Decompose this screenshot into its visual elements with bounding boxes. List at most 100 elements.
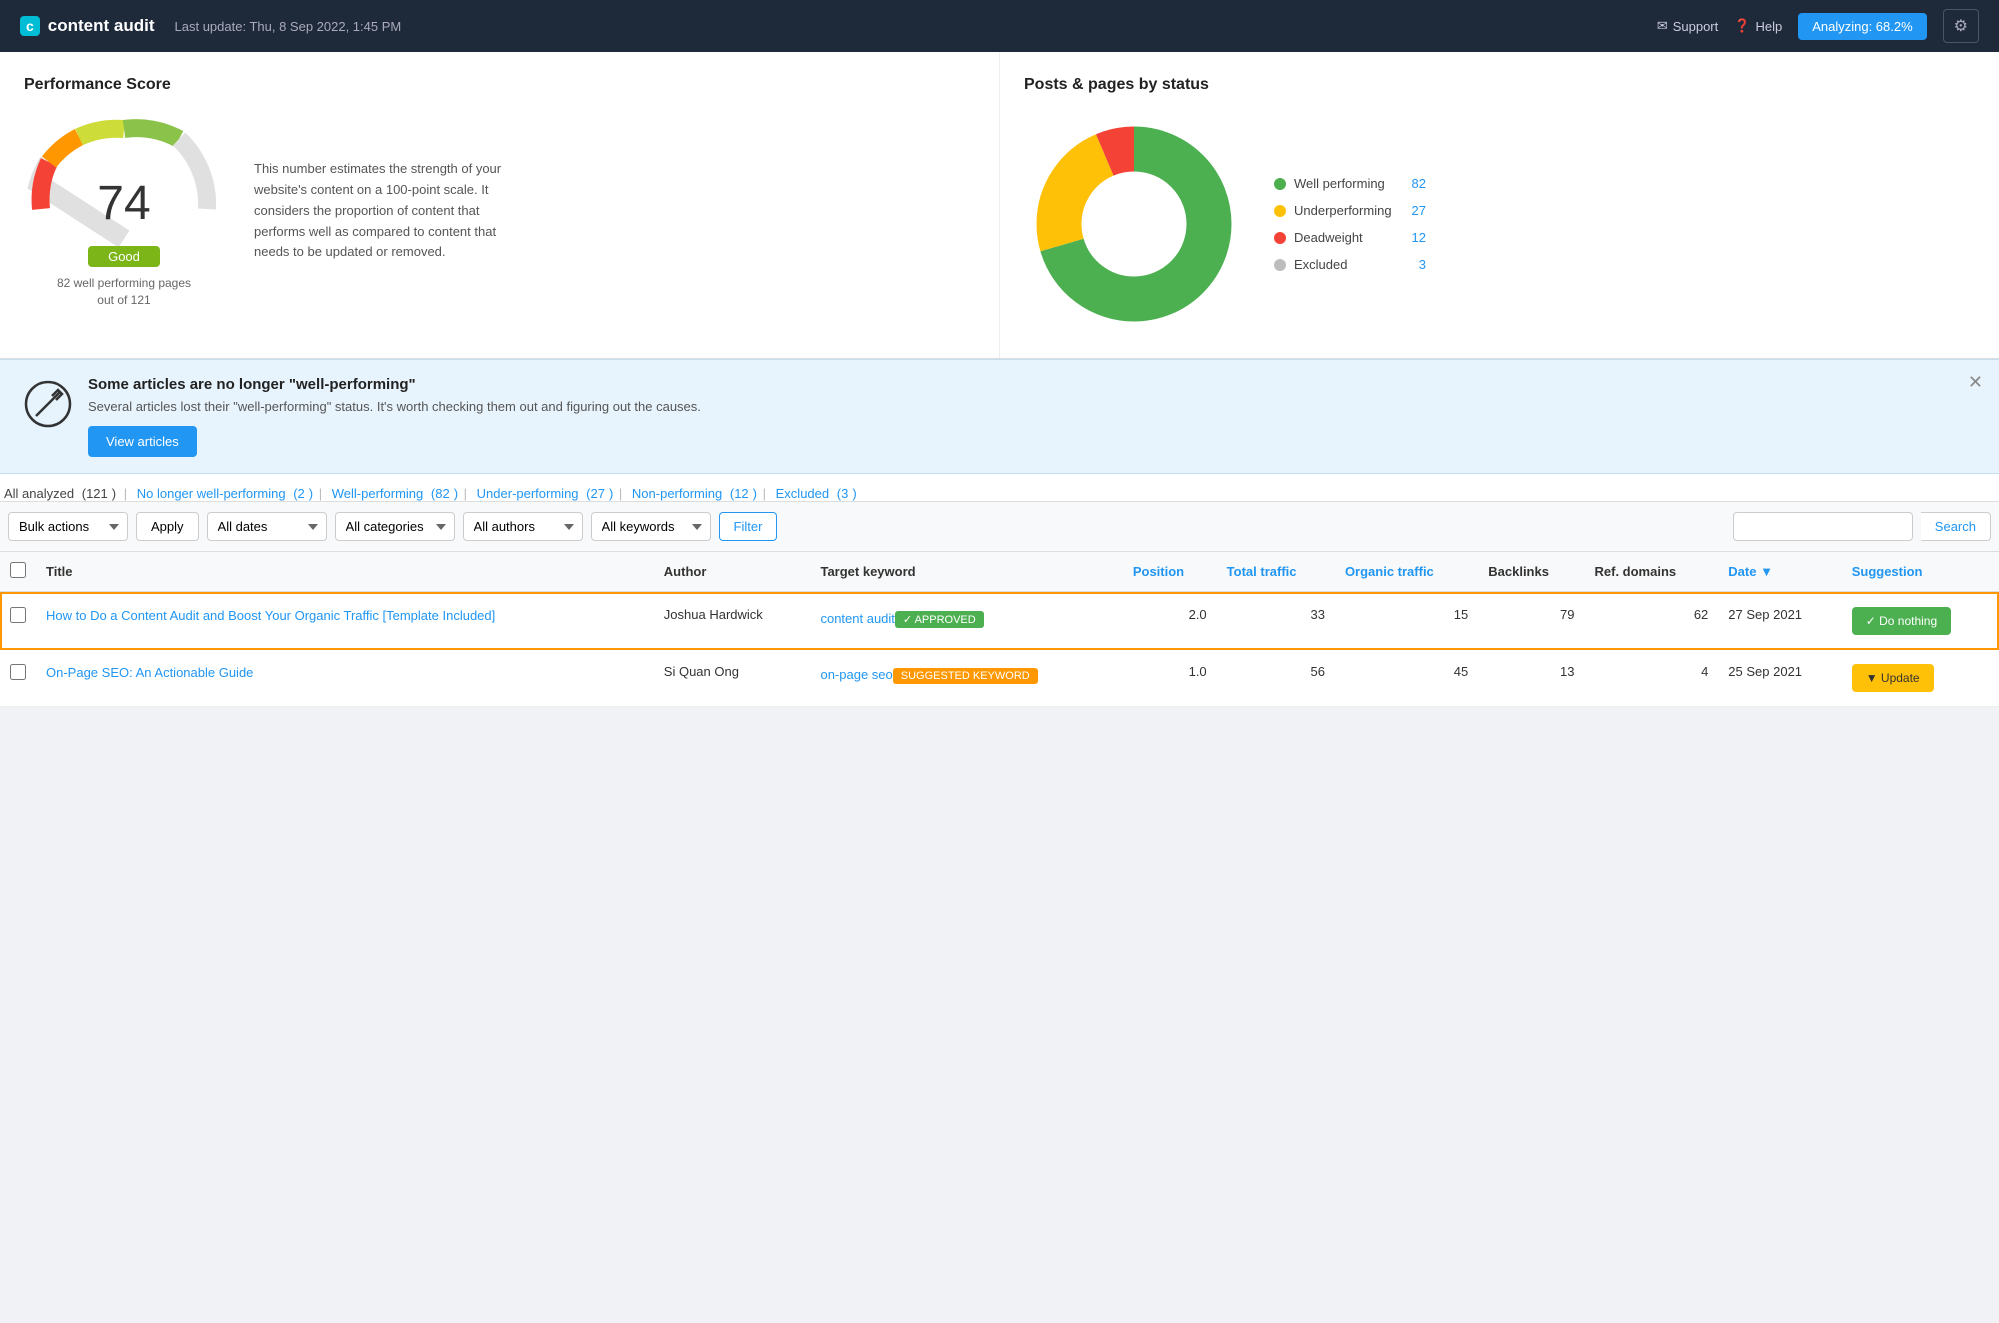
row-checkbox-cell <box>0 592 36 650</box>
author-cell: Si Quan Ong <box>654 650 811 707</box>
keyword-link[interactable]: content audit <box>820 611 894 626</box>
keyword-link[interactable]: on-page seo <box>820 667 892 682</box>
article-title-link[interactable]: How to Do a Content Audit and Boost Your… <box>46 608 495 623</box>
header: c content audit Last update: Thu, 8 Sep … <box>0 0 1999 52</box>
suggestion-button[interactable]: ✓ Do nothing <box>1852 607 1951 635</box>
legend-excluded: Excluded 3 <box>1274 257 1426 272</box>
suggestion-column-header[interactable]: Suggestion <box>1842 552 1999 592</box>
chart-legend: Well performing 82 Underperforming 27 De… <box>1274 176 1426 272</box>
articles-table: Title Author Target keyword Position Tot… <box>0 552 1999 707</box>
performance-content: 74 Good 82 well performing pagesout of 1… <box>24 114 975 309</box>
pie-chart <box>1024 114 1244 334</box>
date-cell: 27 Sep 2021 <box>1718 592 1841 650</box>
suggestion-cell: ▼ Update <box>1842 650 1999 707</box>
alert-description: Several articles lost their "well-perfor… <box>88 399 1975 414</box>
posts-by-status-title: Posts & pages by status <box>1024 76 1975 94</box>
all-categories-select[interactable]: All categories <box>335 512 455 541</box>
alert-close-button[interactable]: ✕ <box>1968 372 1983 393</box>
help-button[interactable]: ❓ Help <box>1734 18 1782 34</box>
date-cell: 25 Sep 2021 <box>1718 650 1841 707</box>
ref-domains-cell: 62 <box>1585 592 1719 650</box>
legend-underperforming: Underperforming 27 <box>1274 203 1426 218</box>
well-performing-dot <box>1274 178 1286 190</box>
well-performing-tab[interactable]: Well-performing (82) <box>332 486 458 501</box>
ref-domains-cell: 4 <box>1585 650 1719 707</box>
backlinks-cell: 79 <box>1478 592 1584 650</box>
no-longer-well-performing-tab[interactable]: No longer well-performing (2) <box>137 486 313 501</box>
total-traffic-cell: 33 <box>1217 592 1335 650</box>
search-input[interactable] <box>1733 512 1913 541</box>
underperforming-label: Underperforming <box>1294 203 1392 218</box>
alert-icon <box>24 380 72 436</box>
deadweight-count: 12 <box>1412 230 1426 245</box>
well-performing-count: 82 <box>1412 176 1426 191</box>
keyword-cell: content audit✓ APPROVED <box>810 592 1122 650</box>
settings-button[interactable]: ⚙ <box>1943 9 1979 43</box>
view-articles-button[interactable]: View articles <box>88 426 197 457</box>
alert-content: Some articles are no longer "well-perfor… <box>88 376 1975 457</box>
article-title-link[interactable]: On-Page SEO: An Actionable Guide <box>46 665 253 680</box>
excluded-count: 3 <box>1419 257 1426 272</box>
all-authors-select[interactable]: All authors <box>463 512 583 541</box>
all-keywords-select[interactable]: All keywords <box>591 512 711 541</box>
performance-subtitle: 82 well performing pagesout of 121 <box>57 275 191 309</box>
organic-traffic-cell: 45 <box>1335 650 1478 707</box>
deadweight-label: Deadweight <box>1294 230 1392 245</box>
position-column-header[interactable]: Position <box>1123 552 1217 592</box>
toolbar: Bulk actions Apply All dates All categor… <box>0 502 1999 552</box>
select-all-header[interactable] <box>0 552 36 592</box>
excluded-dot <box>1274 259 1286 271</box>
row-checkbox-cell <box>0 650 36 707</box>
apply-button[interactable]: Apply <box>136 512 199 541</box>
ref-domains-column-header: Ref. domains <box>1585 552 1719 592</box>
select-all-checkbox[interactable] <box>10 562 26 578</box>
organic-traffic-cell: 15 <box>1335 592 1478 650</box>
logo: c content audit <box>20 16 155 36</box>
target-keyword-column-header: Target keyword <box>810 552 1122 592</box>
performance-grade: Good <box>88 246 160 267</box>
backlinks-column-header: Backlinks <box>1478 552 1584 592</box>
table-header-row: Title Author Target keyword Position Tot… <box>0 552 1999 592</box>
deadweight-dot <box>1274 232 1286 244</box>
total-traffic-cell: 56 <box>1217 650 1335 707</box>
bulk-actions-select[interactable]: Bulk actions <box>8 512 128 541</box>
support-button[interactable]: ✉ Support <box>1657 18 1718 34</box>
table-body: How to Do a Content Audit and Boost Your… <box>0 592 1999 707</box>
row-1-checkbox[interactable] <box>10 664 26 680</box>
organic-traffic-column-header[interactable]: Organic traffic <box>1335 552 1478 592</box>
legend-well-performing: Well performing 82 <box>1274 176 1426 191</box>
excluded-label: Excluded <box>1294 257 1399 272</box>
excluded-tab[interactable]: Excluded (3) <box>776 486 857 501</box>
alert-banner: Some articles are no longer "well-perfor… <box>0 359 1999 474</box>
under-performing-tab[interactable]: Under-performing (27) <box>477 486 614 501</box>
header-actions: ✉ Support ❓ Help Analyzing: 68.2% ⚙ <box>1657 9 1979 43</box>
pie-content: Well performing 82 Underperforming 27 De… <box>1024 114 1975 334</box>
underperforming-count: 27 <box>1412 203 1426 218</box>
keyword-badge: ✓ APPROVED <box>895 611 984 628</box>
posts-by-status-panel: Posts & pages by status <box>1000 52 1999 358</box>
envelope-icon: ✉ <box>1657 18 1668 34</box>
position-cell: 2.0 <box>1123 592 1217 650</box>
all-analyzed-label: All analyzed <box>4 486 74 501</box>
non-performing-tab[interactable]: Non-performing (12) <box>632 486 757 501</box>
underperforming-dot <box>1274 205 1286 217</box>
total-traffic-column-header[interactable]: Total traffic <box>1217 552 1335 592</box>
filter-button[interactable]: Filter <box>719 512 778 541</box>
row-0-checkbox[interactable] <box>10 607 26 623</box>
table-row: On-Page SEO: An Actionable Guide Si Quan … <box>0 650 1999 707</box>
suggestion-button[interactable]: ▼ Update <box>1852 664 1934 692</box>
all-dates-select[interactable]: All dates <box>207 512 327 541</box>
well-performing-label: Well performing <box>1294 176 1392 191</box>
suggestion-cell: ✓ Do nothing <box>1842 592 1999 650</box>
keyword-cell: on-page seoSUGGESTED KEYWORD <box>810 650 1122 707</box>
dashboard: Performance Score <box>0 52 1999 359</box>
position-cell: 1.0 <box>1123 650 1217 707</box>
question-icon: ❓ <box>1734 18 1750 34</box>
search-button[interactable]: Search <box>1921 512 1991 541</box>
analyzing-button[interactable]: Analyzing: 68.2% <box>1798 13 1926 40</box>
table-row: How to Do a Content Audit and Boost Your… <box>0 592 1999 650</box>
logo-text: content audit <box>48 16 155 36</box>
date-column-header[interactable]: Date ▼ <box>1718 552 1841 592</box>
filter-tabs-inner: All analyzed (121) | No longer well-perf… <box>0 486 1999 501</box>
articles-table-container: Title Author Target keyword Position Tot… <box>0 552 1999 707</box>
